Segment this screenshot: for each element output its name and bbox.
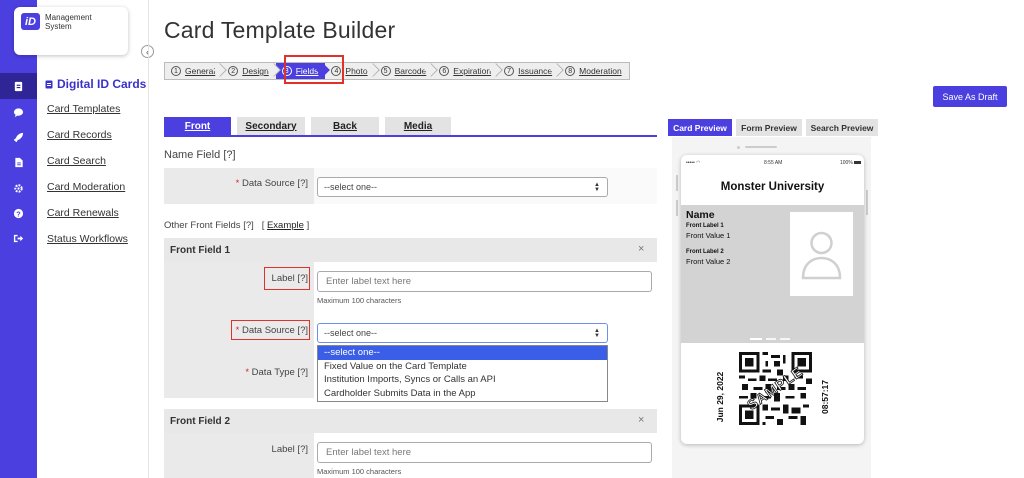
step-moderation[interactable]: 8 Moderation [559, 63, 629, 79]
wifi-icon: ◠ [696, 160, 701, 166]
gear-icon[interactable] [0, 175, 37, 201]
save-as-draft-button[interactable]: Save As Draft [933, 86, 1007, 107]
logo-text: Management System [45, 13, 92, 31]
card-photo-placeholder [790, 212, 853, 296]
help-icon[interactable]: ? [0, 200, 37, 226]
label-highlight-box [264, 267, 310, 290]
card-university-name: Monster University [720, 181, 825, 193]
tab-secondary[interactable]: Secondary [237, 117, 305, 135]
front-field-2-label-column [164, 433, 314, 478]
user-silhouette-icon [801, 231, 842, 280]
tab-media[interactable]: Media [385, 117, 451, 135]
dropdown-option[interactable]: --select one-- [318, 346, 607, 360]
card-front-value-1: Front Value 1 [686, 231, 731, 240]
field2-label-label: Label [?] [271, 444, 308, 455]
page-title: Card Template Builder [164, 17, 396, 43]
card-date: Jun 29, 2022 [715, 371, 725, 423]
phone-camera [737, 146, 740, 149]
field1-label-input[interactable]: Enter label text here [317, 271, 652, 292]
tab-back[interactable]: Back [311, 117, 379, 135]
name-field-heading: Name Field [?] [164, 149, 236, 161]
tab-form-preview[interactable]: Form Preview [736, 119, 802, 136]
step-issuance[interactable]: 7 Issuance [498, 63, 564, 79]
active-menu-pointer [37, 79, 43, 91]
logout-icon[interactable] [0, 225, 37, 251]
id-card-icon[interactable] [0, 73, 37, 99]
card-front-label-1: Front Label 1 [686, 223, 724, 229]
icon-rail: ? [0, 0, 37, 478]
status-time: 8:55 AM [764, 160, 783, 166]
menu-item-card-records[interactable]: Card Records [47, 129, 112, 141]
step-expiration[interactable]: 6 Expiration [433, 63, 503, 79]
step-highlight-box [284, 55, 344, 84]
front-field-2-header: Front Field 2 [164, 409, 657, 433]
select-arrows-icon: ▲ ▼ [594, 328, 600, 339]
card-front-value-2: Front Value 2 [686, 257, 731, 266]
data-source-highlight-box [231, 320, 310, 340]
dropdown-option[interactable]: Fixed Value on the Card Template [318, 360, 607, 374]
dropdown-option[interactable]: Institution Imports, Syncs or Calls an A… [318, 373, 607, 387]
field2-label-input[interactable]: Enter label text here [317, 442, 652, 463]
close-icon[interactable]: × [638, 414, 644, 426]
menu-divider [148, 0, 149, 478]
card-front-label-2: Front Label 2 [686, 249, 724, 255]
carousel-dot[interactable] [766, 338, 776, 340]
tab-card-preview[interactable]: Card Preview [668, 119, 732, 136]
status-battery: 100% [840, 160, 862, 166]
phone-power-button [866, 190, 868, 215]
data-source-dropdown: --select one-- Fixed Value on the Card T… [317, 345, 608, 402]
name-data-source-label: * Data Source [?] [235, 178, 308, 189]
tab-underline [164, 135, 657, 137]
step-general[interactable]: 1 General [165, 63, 228, 79]
phone-speaker [745, 146, 777, 148]
phone-volume-down [676, 200, 678, 216]
dropdown-option[interactable]: Cardholder Submits Data in the App [318, 387, 607, 401]
id-card-small-icon [45, 80, 53, 88]
help-link[interactable]: [?] [223, 149, 235, 161]
name-data-source-select[interactable]: --select one-- ▲ ▼ [317, 177, 608, 197]
carousel-dot[interactable] [780, 338, 790, 340]
step-design[interactable]: 2 Design [222, 63, 281, 79]
menu-section-title: Digital ID Cards [45, 77, 146, 91]
chat-icon[interactable] [0, 99, 37, 125]
field1-label-hint: Maximum 100 characters [317, 296, 402, 305]
select-arrows-icon: ▲ ▼ [594, 182, 600, 193]
close-icon[interactable]: × [638, 243, 644, 255]
other-front-fields-label: Other Front Fields [?] [ Example ] [164, 220, 310, 231]
rocket-icon[interactable] [0, 124, 37, 150]
wizard-steps: 1 General 2 Design 3 Fields 4 Photo 5 Barcode… [164, 62, 630, 80]
front-field-1-header: Front Field 1 [164, 238, 657, 262]
document-icon[interactable] [0, 149, 37, 175]
carousel-dot-active[interactable] [750, 338, 762, 340]
menu-item-card-search[interactable]: Card Search [47, 155, 106, 167]
field1-data-source-select[interactable]: --select one-- ▲ ▼ [317, 323, 608, 343]
phone-volume-up [676, 175, 678, 191]
status-signal: ••••• ◠ [686, 160, 701, 166]
menu-item-card-moderation[interactable]: Card Moderation [47, 181, 125, 193]
example-link[interactable]: Example [267, 220, 304, 231]
battery-icon [854, 161, 862, 165]
menu-item-card-templates[interactable]: Card Templates [47, 103, 120, 115]
field1-data-type-label: * Data Type [?] [245, 367, 308, 378]
tab-search-preview[interactable]: Search Preview [806, 119, 878, 136]
field2-label-hint: Maximum 100 characters [317, 467, 402, 476]
menu-item-status-workflows[interactable]: Status Workflows [47, 233, 128, 245]
tab-front[interactable]: Front [164, 117, 231, 135]
step-barcode[interactable]: 5 Barcode [375, 63, 439, 79]
app-logo[interactable]: iD Management System [14, 7, 128, 55]
card-time: 08:57:17 [820, 379, 830, 415]
card-name: Name [686, 209, 715, 221]
logo-badge: iD [21, 13, 40, 30]
menu-item-card-renewals[interactable]: Card Renewals [47, 207, 119, 219]
svg-text:?: ? [16, 209, 21, 218]
